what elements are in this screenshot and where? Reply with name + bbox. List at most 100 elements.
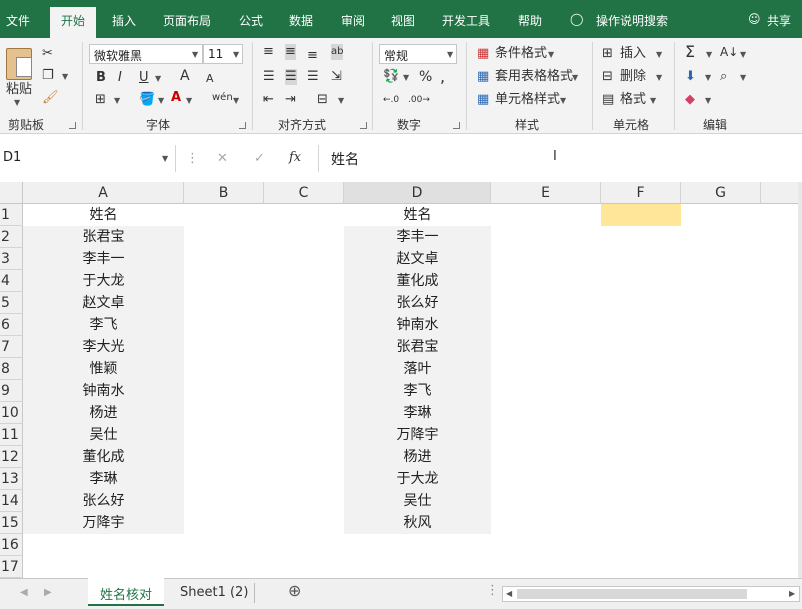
- row-header[interactable]: 11: [0, 424, 23, 446]
- format-table-dropdown-icon[interactable]: ▼: [572, 73, 578, 82]
- conditional-format-button[interactable]: 条件格式: [495, 46, 547, 62]
- decrease-decimal-icon[interactable]: .00→: [408, 92, 430, 108]
- autosum-icon[interactable]: Σ: [685, 44, 695, 60]
- font-color-icon[interactable]: A: [171, 90, 181, 106]
- cell-styles-dropdown-icon[interactable]: ▼: [560, 96, 566, 105]
- insert-function-button[interactable]: fx: [289, 150, 301, 166]
- cell-d8[interactable]: 落叶: [344, 358, 491, 380]
- worksheet-grid[interactable]: A B C D E F G 1 2 3 4 5 6 7 8 9 10 11 12…: [0, 182, 802, 578]
- fill-color-icon[interactable]: 🪣: [139, 92, 155, 108]
- cell-a6[interactable]: 李飞: [23, 314, 184, 336]
- enter-icon[interactable]: ✓: [254, 151, 265, 167]
- cell-a8[interactable]: 惟颖: [23, 358, 184, 380]
- cell-d11[interactable]: 万降宇: [344, 424, 491, 446]
- orientation-icon[interactable]: ab: [331, 44, 344, 60]
- cell-a2[interactable]: 张君宝: [23, 226, 184, 248]
- share-button[interactable]: 共享: [767, 12, 791, 29]
- row-header[interactable]: 3: [0, 248, 23, 270]
- row-header[interactable]: 14: [0, 490, 23, 512]
- border-dropdown-icon[interactable]: ▼: [114, 96, 120, 105]
- h-scroll-right-icon[interactable]: ▶: [789, 589, 795, 598]
- row-header[interactable]: 9: [0, 380, 23, 402]
- cell-a12[interactable]: 董化成: [23, 446, 184, 468]
- format-dropdown-icon[interactable]: ▼: [650, 96, 656, 105]
- decrease-indent-icon[interactable]: ⇤: [263, 92, 274, 108]
- copy-dropdown-icon[interactable]: ▼: [62, 72, 68, 81]
- find-select-icon[interactable]: ⌕: [720, 69, 727, 85]
- grow-font-button[interactable]: A: [180, 68, 190, 84]
- cell-d4[interactable]: 董化成: [344, 270, 491, 292]
- cell-a13[interactable]: 李琳: [23, 468, 184, 490]
- cell-a11[interactable]: 吴仕: [23, 424, 184, 446]
- tab-formulas[interactable]: 公式: [239, 12, 263, 29]
- fill-dropdown-icon[interactable]: ▼: [705, 73, 711, 82]
- bold-button[interactable]: B: [96, 70, 106, 86]
- cell-d6[interactable]: 钟南水: [344, 314, 491, 336]
- align-bottom-icon[interactable]: ≡: [307, 48, 318, 64]
- column-header-f[interactable]: F: [601, 182, 681, 204]
- name-box[interactable]: D1 ▼: [0, 145, 176, 172]
- cell-a3[interactable]: 李丰一: [23, 248, 184, 270]
- font-name-select[interactable]: 微软雅黑: [89, 44, 203, 64]
- currency-dropdown-icon[interactable]: ▼: [403, 73, 409, 82]
- tab-help[interactable]: 帮助: [518, 12, 542, 29]
- name-box-dropdown-icon[interactable]: ▼: [162, 154, 168, 163]
- number-format-select[interactable]: 常规: [379, 44, 457, 64]
- italic-button[interactable]: I: [118, 70, 122, 86]
- column-header-d[interactable]: D: [344, 182, 491, 204]
- align-left-icon[interactable]: ☰: [263, 69, 275, 85]
- font-name-dropdown-icon[interactable]: ▼: [192, 50, 198, 59]
- scroll-left-icon[interactable]: ◀: [20, 585, 28, 601]
- cancel-icon[interactable]: ✕: [217, 151, 228, 167]
- cell-d10[interactable]: 李琳: [344, 402, 491, 424]
- row-header[interactable]: 15: [0, 512, 23, 534]
- sort-dropdown-icon[interactable]: ▼: [740, 50, 746, 59]
- sort-filter-icon[interactable]: A↓: [720, 44, 738, 60]
- alignment-launcher-icon[interactable]: [360, 122, 367, 129]
- number-launcher-icon[interactable]: [453, 122, 460, 129]
- row-header[interactable]: 7: [0, 336, 23, 358]
- row-header[interactable]: 10: [0, 402, 23, 424]
- phonetic-dropdown-icon[interactable]: ▼: [233, 96, 239, 105]
- align-middle-icon[interactable]: ≡: [285, 44, 296, 60]
- cell-a9[interactable]: 钟南水: [23, 380, 184, 402]
- cell-a5[interactable]: 赵文卓: [23, 292, 184, 314]
- column-header-a[interactable]: A: [23, 182, 184, 204]
- h-scroll-thumb[interactable]: [517, 589, 747, 599]
- delete-dropdown-icon[interactable]: ▼: [656, 73, 662, 82]
- formula-input[interactable]: 姓名: [318, 145, 802, 172]
- increase-indent-icon[interactable]: ⇥: [285, 92, 296, 108]
- paste-button[interactable]: 粘贴: [6, 82, 32, 98]
- cell-styles-button[interactable]: 单元格样式: [495, 92, 560, 108]
- column-header-g[interactable]: G: [681, 182, 761, 204]
- percent-icon[interactable]: %: [419, 69, 432, 85]
- wrap-text-icon[interactable]: ⇲: [331, 69, 342, 85]
- row-header[interactable]: 6: [0, 314, 23, 336]
- row-header[interactable]: 4: [0, 270, 23, 292]
- underline-dropdown-icon[interactable]: ▼: [155, 74, 161, 83]
- font-size-dropdown-icon[interactable]: ▼: [233, 50, 239, 59]
- cell-d2[interactable]: 李丰一: [344, 226, 491, 248]
- paste-icon[interactable]: [6, 48, 32, 80]
- cut-icon[interactable]: ✂: [42, 46, 53, 62]
- align-top-icon[interactable]: ≡: [263, 44, 274, 60]
- underline-button[interactable]: U: [139, 70, 149, 86]
- tab-view[interactable]: 视图: [391, 12, 415, 29]
- phonetic-icon[interactable]: wén: [212, 90, 233, 106]
- merge-center-icon[interactable]: ⊟: [317, 92, 328, 108]
- cell-a10[interactable]: 杨进: [23, 402, 184, 424]
- copy-icon[interactable]: ❐: [42, 68, 54, 84]
- format-painter-icon[interactable]: 🖌: [42, 90, 59, 106]
- cell-d13[interactable]: 于大龙: [344, 468, 491, 490]
- clipboard-launcher-icon[interactable]: [69, 122, 76, 129]
- sheet-tab-sheet1-2[interactable]: Sheet1 (2): [180, 585, 248, 601]
- tab-review[interactable]: 审阅: [341, 12, 365, 29]
- row-header[interactable]: 13: [0, 468, 23, 490]
- tab-file[interactable]: 文件: [6, 12, 30, 29]
- tab-data[interactable]: 数据: [289, 12, 313, 29]
- comma-icon[interactable]: ,: [440, 69, 445, 85]
- shrink-font-button[interactable]: A: [206, 71, 214, 87]
- align-right-icon[interactable]: ☰: [307, 69, 319, 85]
- cell-a7[interactable]: 李大光: [23, 336, 184, 358]
- cell-d9[interactable]: 李飞: [344, 380, 491, 402]
